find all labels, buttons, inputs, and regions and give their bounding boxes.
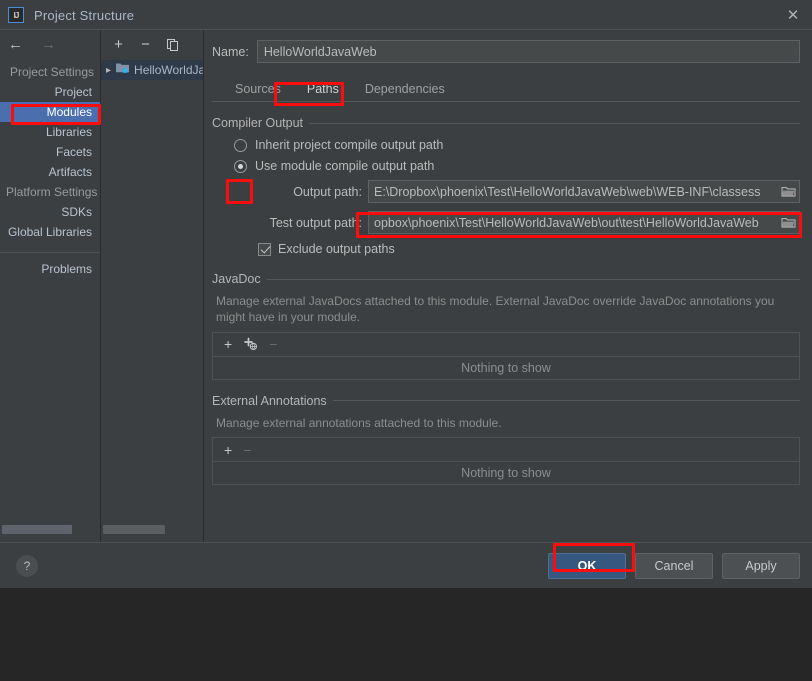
output-path-label: Output path:: [293, 184, 362, 199]
arrow-left-icon[interactable]: ←: [8, 37, 23, 52]
chevron-right-icon[interactable]: ▸: [106, 65, 111, 76]
modules-tree-toolbar: + −: [101, 30, 203, 58]
sidebar-horizontal-scrollbar[interactable]: [2, 525, 98, 534]
tree-scrollbar-thumb[interactable]: [103, 525, 165, 534]
sidebar-scrollbar-thumb[interactable]: [2, 525, 72, 534]
group-rule: [332, 400, 800, 402]
javadoc-title: JavaDoc: [212, 272, 261, 286]
output-path-row: Output path:: [212, 180, 800, 203]
test-output-path-label: Test output path:: [269, 215, 362, 230]
tab-sources[interactable]: Sources: [222, 80, 294, 101]
use-module-output-row[interactable]: Use module compile output path: [234, 159, 800, 173]
intellij-logo-icon: IJ: [8, 7, 24, 23]
minus-icon[interactable]: −: [138, 37, 153, 52]
sidebar-item-libraries[interactable]: Libraries: [0, 122, 100, 142]
plus-icon[interactable]: +: [224, 337, 232, 351]
group-rule: [309, 122, 800, 124]
minus-icon[interactable]: −: [243, 443, 251, 457]
apply-button[interactable]: Apply: [722, 552, 800, 579]
sidebar-group-project-settings: Project Settings: [9, 65, 94, 79]
test-output-path-row: Test output path:: [212, 211, 800, 234]
module-name-label: Name:: [212, 44, 249, 59]
use-module-output-radio[interactable]: [234, 159, 247, 173]
inherit-output-row[interactable]: Inherit project compile output path: [234, 138, 800, 152]
tab-paths[interactable]: Paths: [294, 80, 352, 101]
screen-root: IJ Project Structure ✕ ← → Project Setti…: [0, 0, 812, 681]
cancel-button[interactable]: Cancel: [635, 552, 713, 579]
sidebar-nav-toolbar: ← →: [0, 30, 100, 58]
sidebar-group-platform-settings: Platform Settings: [6, 185, 98, 199]
tab-dependencies[interactable]: Dependencies: [352, 80, 458, 101]
use-module-output-label[interactable]: Use module compile output path: [255, 159, 434, 173]
dialog-body: ← → Project Settings Project Modules Lib…: [0, 30, 812, 542]
ok-button[interactable]: OK: [548, 552, 626, 579]
folder-icon[interactable]: [777, 181, 799, 202]
module-settings-panel: Name: Sources Paths Dependencies Compile…: [204, 30, 812, 542]
compiler-output-title: Compiler Output: [212, 116, 304, 130]
group-rule: [266, 278, 800, 280]
sidebar-divider: [0, 252, 100, 253]
plus-globe-icon[interactable]: [243, 337, 258, 351]
external-annotations-list-toolbar: + −: [213, 438, 799, 463]
compiler-output-group: Compiler Output Inherit project compile …: [212, 116, 800, 256]
arrow-right-icon[interactable]: →: [41, 37, 56, 52]
javadoc-group: JavaDoc Manage external JavaDocs attache…: [212, 272, 800, 380]
tree-node-label: HelloWorldJavaWeb: [134, 63, 203, 77]
sidebar-item-problems[interactable]: Problems: [0, 259, 100, 279]
module-name-row: Name:: [212, 40, 800, 63]
sidebar-item-artifacts[interactable]: Artifacts: [0, 162, 100, 182]
sidebar-item-sdks[interactable]: SDKs: [0, 202, 100, 222]
output-path-input[interactable]: [369, 181, 777, 202]
javadoc-list-toolbar: + −: [213, 333, 799, 357]
minus-icon[interactable]: −: [269, 337, 277, 351]
sidebar-item-global-libraries[interactable]: Global Libraries: [0, 222, 100, 242]
exclude-output-paths-label[interactable]: Exclude output paths: [278, 242, 395, 256]
tree-horizontal-scrollbar[interactable]: [103, 525, 201, 534]
test-output-path-field[interactable]: [368, 211, 800, 234]
external-annotations-group: External Annotations Manage external ann…: [212, 394, 800, 486]
output-path-field[interactable]: [368, 180, 800, 203]
dialog-title: Project Structure: [34, 7, 135, 23]
javadoc-description: Manage external JavaDocs attached to thi…: [216, 294, 775, 324]
javadoc-title-row: JavaDoc: [212, 272, 800, 286]
project-structure-dialog: IJ Project Structure ✕ ← → Project Setti…: [0, 0, 812, 588]
dialog-titlebar: IJ Project Structure ✕: [0, 0, 812, 30]
inherit-output-label[interactable]: Inherit project compile output path: [255, 138, 443, 152]
external-annotations-list-box: + − Nothing to show: [212, 437, 800, 486]
sidebar-item-facets[interactable]: Facets: [0, 142, 100, 162]
folder-icon[interactable]: [777, 212, 799, 233]
settings-sidebar: ← → Project Settings Project Modules Lib…: [0, 30, 101, 542]
external-annotations-empty-message: Nothing to show: [461, 466, 551, 481]
external-annotations-title-row: External Annotations: [212, 394, 800, 408]
test-output-path-input[interactable]: [369, 212, 777, 233]
module-tabs: Sources Paths Dependencies: [212, 77, 800, 102]
inherit-output-radio[interactable]: [234, 138, 247, 152]
plus-icon[interactable]: +: [111, 37, 126, 52]
external-annotations-description: Manage external annotations attached to …: [216, 415, 502, 430]
exclude-output-paths-checkbox[interactable]: [258, 242, 271, 256]
sidebar-item-project[interactable]: Project: [0, 82, 100, 102]
sidebar-list: Project Settings Project Modules Librari…: [0, 58, 100, 279]
javadoc-empty-message: Nothing to show: [461, 360, 551, 375]
exclude-output-paths-row[interactable]: Exclude output paths: [258, 242, 800, 256]
help-icon[interactable]: ?: [16, 554, 38, 577]
module-folder-icon: [115, 61, 130, 79]
tree-node-module[interactable]: ▸ HelloWorldJavaWeb: [101, 60, 203, 80]
close-icon[interactable]: ✕: [782, 4, 804, 26]
plus-icon[interactable]: +: [224, 443, 232, 457]
external-annotations-title: External Annotations: [212, 393, 327, 408]
javadoc-list-box: + − Nothing to show: [212, 331, 800, 380]
sidebar-item-modules[interactable]: Modules: [0, 102, 100, 122]
dialog-footer: ? OK Cancel Apply: [0, 542, 812, 588]
compiler-output-title-row: Compiler Output: [212, 116, 800, 130]
module-name-input[interactable]: [256, 40, 800, 63]
modules-tree: ▸ HelloWorldJavaWeb: [101, 58, 203, 542]
modules-tree-panel: + − ▸ HelloWorldJa: [101, 30, 204, 542]
copy-icon[interactable]: [165, 37, 180, 52]
